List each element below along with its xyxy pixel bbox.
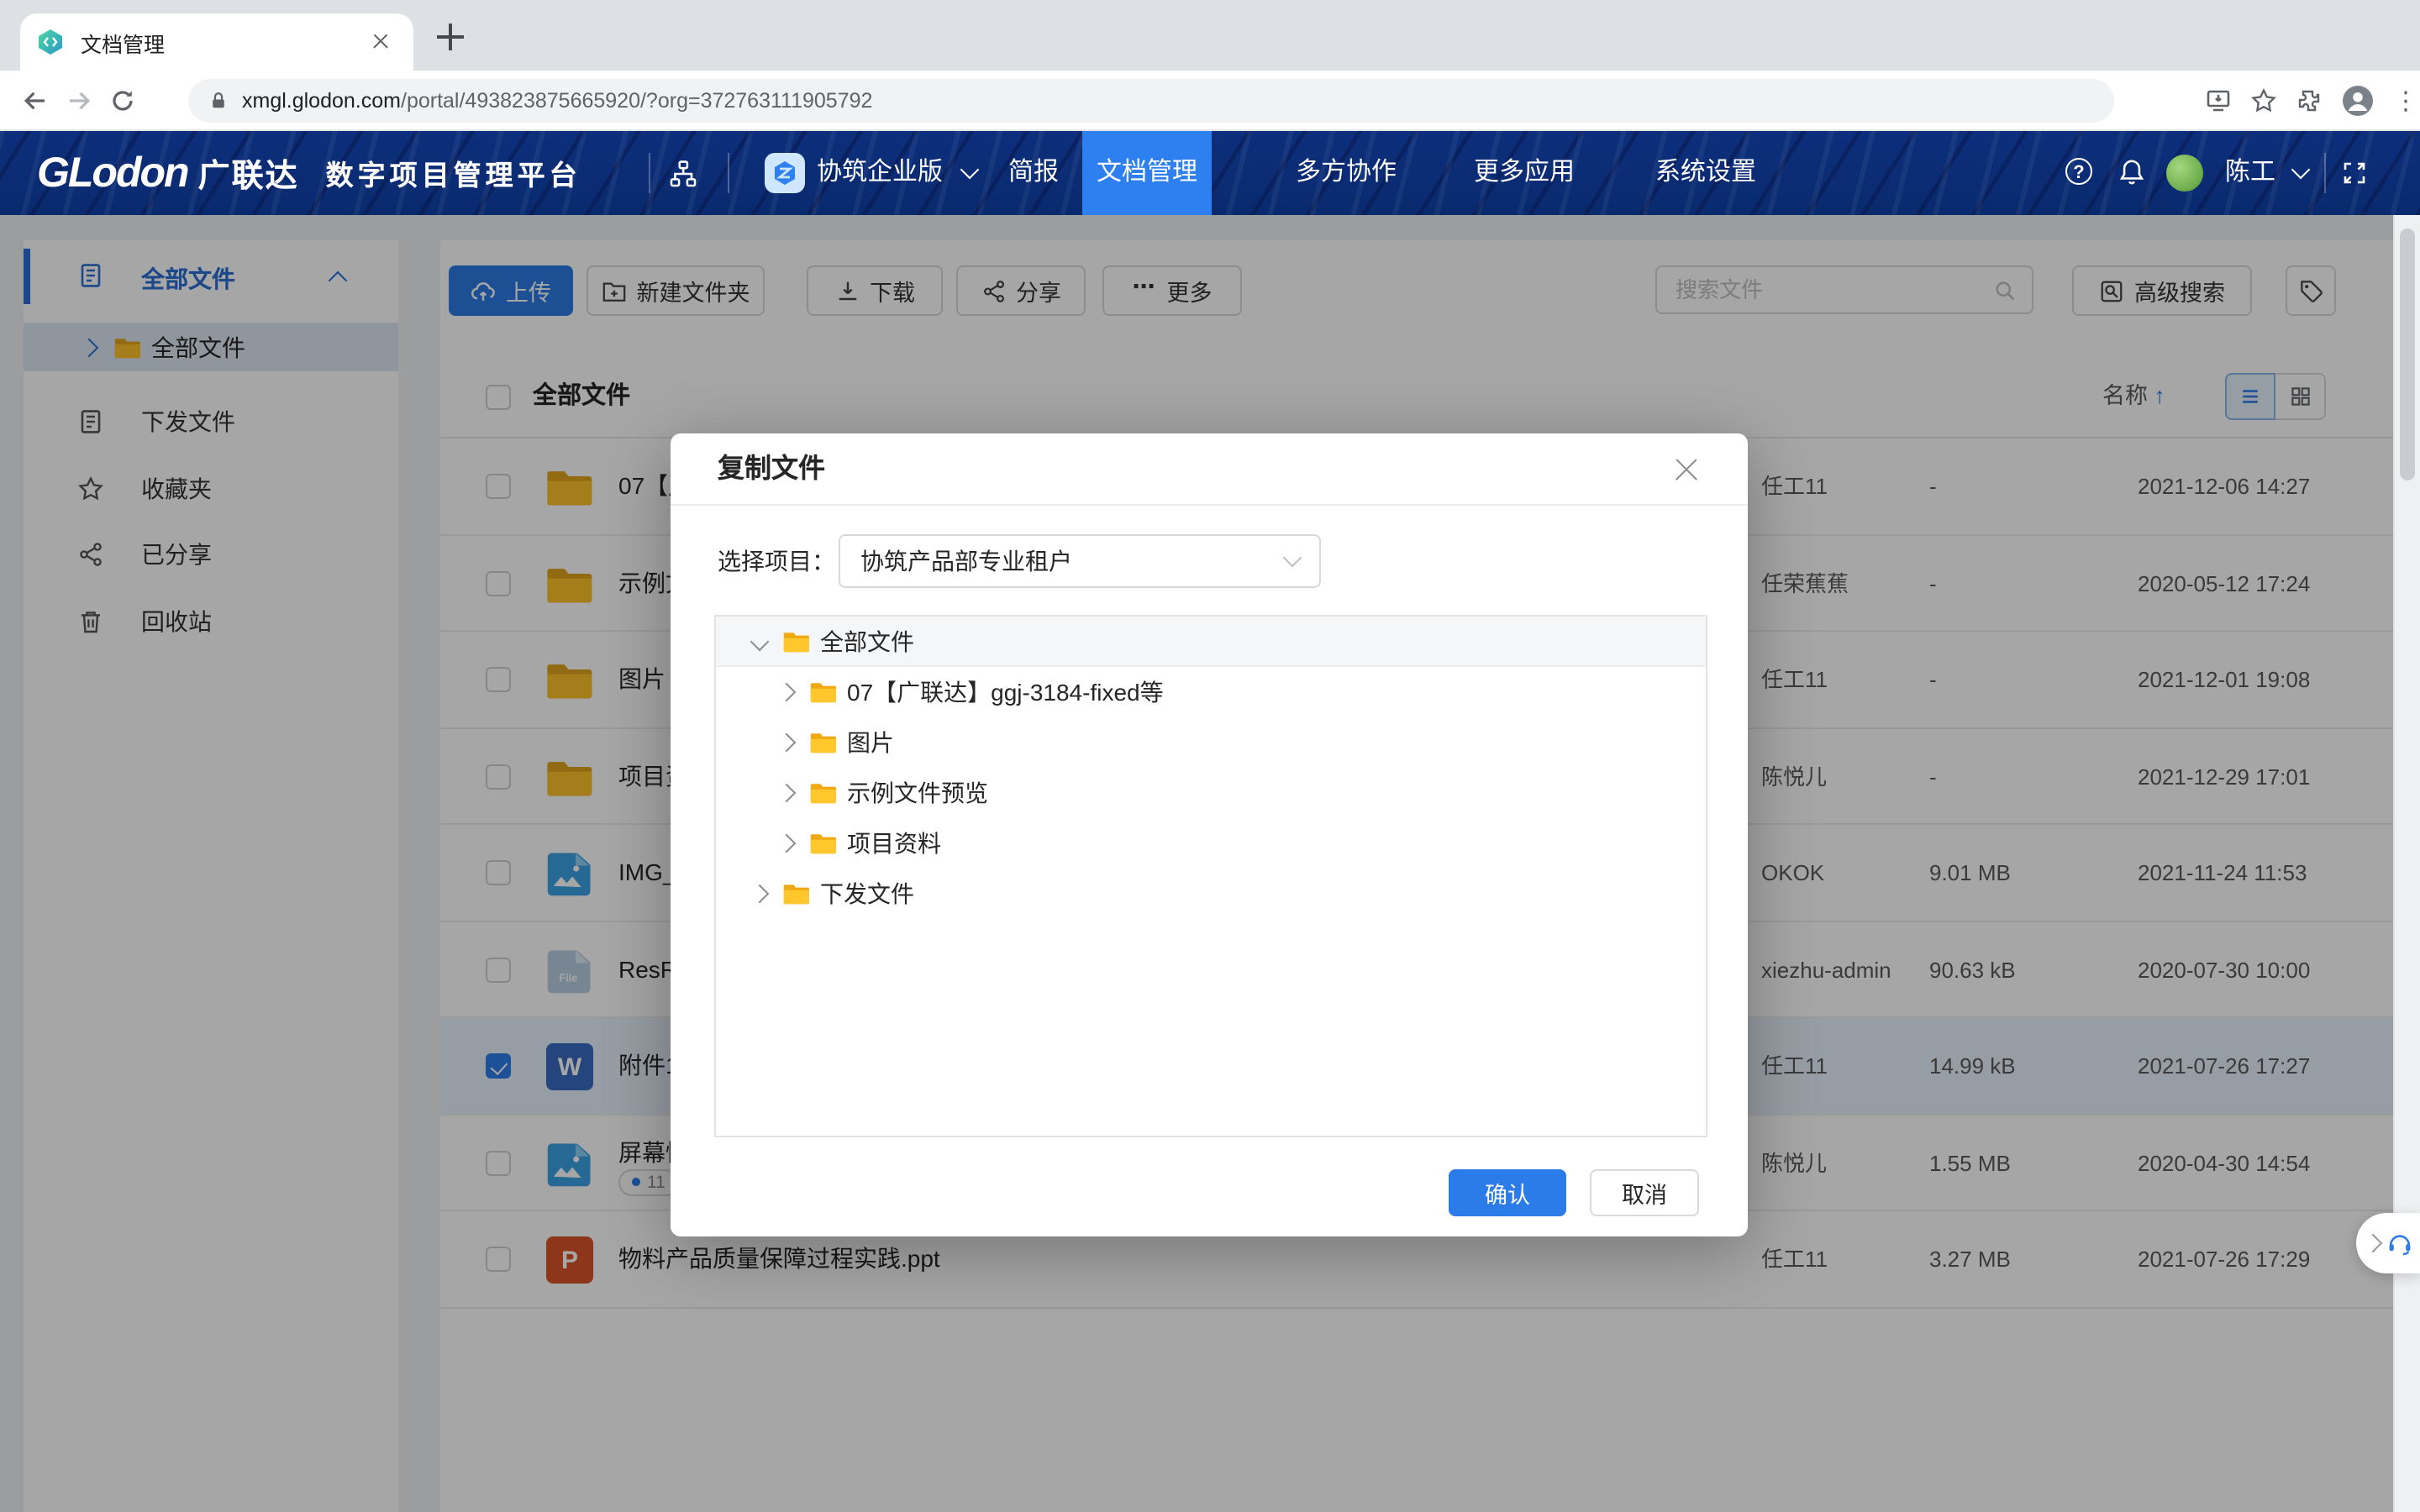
confirm-button[interactable]: 确认: [1449, 1169, 1566, 1216]
folder-icon: [810, 679, 837, 706]
chevron-right-icon[interactable]: [777, 834, 797, 853]
chevron-down-icon: [1283, 549, 1302, 568]
top-navbar: GLodon 广联达 数字项目管理平台 协筑企业版 简报文档管理多方协作更多应用…: [0, 131, 2420, 215]
tab-close-icon[interactable]: [366, 27, 397, 57]
navbar-divider: [728, 153, 729, 193]
tree-node-label: 下发文件: [820, 877, 914, 911]
browser-tabstrip: 文档管理: [0, 0, 2420, 71]
new-tab-button[interactable]: [434, 20, 467, 54]
copy-file-modal: 复制文件 选择项目： 协筑产品部专业租户 全部文件 07【广联达】ggj-3184…: [671, 433, 1748, 1236]
brand-logo-cn: 广联达: [198, 150, 299, 196]
help-icon[interactable]: ?: [2065, 158, 2092, 185]
extensions-icon[interactable]: [2296, 87, 2323, 114]
folder-tree: 全部文件 07【广联达】ggj-3184-fixed等图片示例文件预览项目资料下发…: [714, 615, 1707, 1137]
folder-icon: [810, 830, 837, 857]
tree-node-child-1[interactable]: 07【广联达】ggj-3184-fixed等: [716, 667, 1706, 717]
workspace-logo-icon[interactable]: [765, 153, 805, 193]
fullscreen-icon[interactable]: [2341, 160, 2368, 186]
folder-icon: [810, 780, 837, 806]
tree-node-child-2[interactable]: 图片: [716, 717, 1706, 768]
project-select-value: 协筑产品部专业租户: [860, 544, 1072, 578]
brand-logo: GLodon 广联达 数字项目管理平台: [37, 131, 581, 215]
favicon-glodon-icon: [37, 29, 64, 55]
nav-item-2[interactable]: 文档管理: [1082, 131, 1212, 215]
forward-icon[interactable]: [57, 78, 101, 122]
brand-logo-en: GLodon: [37, 149, 188, 197]
workspace-selector[interactable]: 协筑企业版: [817, 131, 976, 215]
org-structure-icon[interactable]: [669, 160, 697, 188]
chevron-right-icon[interactable]: [750, 885, 770, 904]
chevron-right-icon[interactable]: [777, 683, 797, 702]
reload-icon[interactable]: [101, 78, 145, 122]
navbar-divider: [2324, 153, 2326, 193]
url-field[interactable]: xmgl.glodon.com/portal/493823875665920/?…: [188, 79, 2114, 123]
profile-avatar-icon[interactable]: [2341, 84, 2375, 118]
headset-icon[interactable]: [2386, 1230, 2413, 1257]
tree-node-label: 示例文件预览: [847, 776, 988, 810]
chevron-down-icon: [2291, 160, 2311, 180]
collapse-chevron-icon[interactable]: [2364, 1234, 2383, 1253]
browser-scrollbar[interactable]: [2393, 215, 2420, 1512]
tree-node-label: 图片: [847, 726, 894, 759]
chevron-right-icon[interactable]: [777, 784, 797, 803]
user-menu[interactable]: 陈工: [2225, 131, 2307, 215]
modal-title: 复制文件: [718, 433, 825, 506]
support-float-widget[interactable]: [2356, 1213, 2420, 1273]
notification-bell-icon[interactable]: [2118, 158, 2146, 186]
brand-platform-name: 数字项目管理平台: [326, 153, 581, 193]
tree-node-label: 07【广联达】ggj-3184-fixed等: [847, 675, 1164, 709]
tree-node-child-4[interactable]: 项目资料: [716, 818, 1706, 869]
chrome-menu-icon[interactable]: ⋮: [2393, 86, 2410, 116]
browser-urlbar: xmgl.glodon.com/portal/493823875665920/?…: [0, 71, 2420, 131]
modal-header: 复制文件: [671, 433, 1748, 506]
install-icon[interactable]: [2205, 87, 2232, 114]
tree-node-label: 项目资料: [847, 827, 941, 860]
project-select[interactable]: 协筑产品部专业租户: [839, 534, 1321, 588]
project-select-label: 选择项目：: [718, 534, 835, 588]
tree-node-child-3[interactable]: 示例文件预览: [716, 768, 1706, 818]
scrollbar-thumb[interactable]: [2400, 228, 2415, 480]
folder-icon: [810, 729, 837, 756]
bookmark-star-icon[interactable]: [2250, 87, 2277, 114]
nav-item-3[interactable]: 多方协作: [1257, 131, 1435, 215]
chevron-down-icon[interactable]: [750, 632, 770, 651]
tree-node-sibling[interactable]: 下发文件: [716, 869, 1706, 919]
folder-icon: [783, 880, 810, 907]
nav-item-5[interactable]: 系统设置: [1617, 131, 1795, 215]
modal-close-icon[interactable]: [1672, 455, 1701, 484]
browser-tab[interactable]: 文档管理: [20, 13, 413, 71]
nav-item-1[interactable]: 简报: [980, 131, 1087, 215]
chevron-right-icon[interactable]: [777, 733, 797, 753]
tree-node-label: 全部文件: [820, 624, 914, 658]
tree-node-root[interactable]: 全部文件: [716, 617, 1706, 667]
tab-title: 文档管理: [81, 26, 366, 58]
folder-icon: [783, 627, 810, 654]
cancel-button[interactable]: 取消: [1590, 1169, 1699, 1216]
user-avatar[interactable]: [2166, 155, 2203, 192]
chevron-down-icon: [960, 160, 980, 180]
nav-item-4[interactable]: 更多应用: [1435, 131, 1613, 215]
lock-icon: [208, 89, 229, 113]
back-icon[interactable]: [13, 78, 57, 122]
navbar-divider: [649, 153, 650, 193]
url-text: xmgl.glodon.com/portal/493823875665920/?…: [242, 89, 872, 113]
